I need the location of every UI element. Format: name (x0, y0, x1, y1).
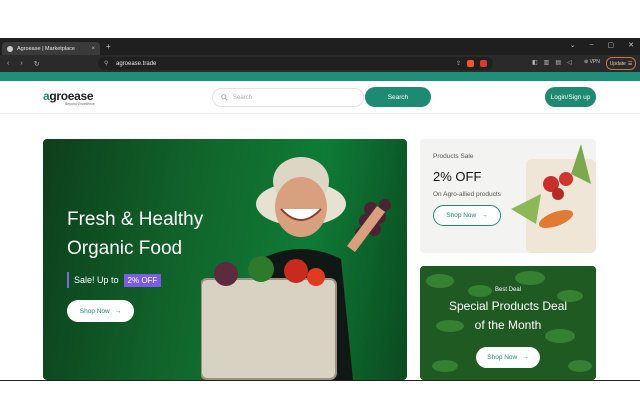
search-input[interactable]: Search (212, 88, 364, 107)
site-header: agroease Beyond Excellence Search Search… (0, 81, 640, 114)
sale-badge: 2% OFF (123, 273, 162, 287)
browser-toolbar: ‹ › ↻ ▯ ⚲ agroease.trade ⇪ ◧ ▥ ▤ ◁ ⊕ VPN… (0, 55, 640, 72)
url-text: agroease.trade (116, 60, 157, 67)
blank-area (0, 0, 640, 38)
hero-shop-now-button[interactable]: Shop Now → (67, 300, 134, 322)
arrow-right-icon: → (481, 212, 488, 219)
login-signup-button[interactable]: Login/Sign up (545, 87, 596, 107)
sale-text: Sale! Up to (74, 275, 119, 285)
brave-shields-icon[interactable] (467, 60, 474, 67)
shop-now-label: Shop Now (446, 212, 477, 219)
address-bar[interactable]: ⚲ agroease.trade ⇪ (98, 57, 493, 70)
card-sale-headline: 2% OFF (433, 169, 482, 184)
logo-tagline: Beyond Excellence (65, 102, 95, 106)
hero-sale-info: Sale! Up to 2% OFF (67, 272, 162, 288)
card-sale-shop-now-button[interactable]: Shop Now → (433, 205, 501, 226)
tab-search-icon[interactable]: ⌄ (570, 41, 576, 49)
site-settings-icon[interactable]: ⚲ (104, 60, 108, 67)
card-sale-subtext: On Agro-allied products (433, 191, 501, 198)
arrow-right-icon: → (114, 307, 122, 315)
card-deal-label: Best Deal (494, 287, 521, 293)
logo-text: groease (49, 89, 94, 103)
site-logo[interactable]: agroease (43, 89, 94, 103)
close-window-button[interactable]: ✕ (628, 41, 634, 49)
extension-icon[interactable]: ◧ (532, 59, 538, 66)
card-deal-title-line1: Special Products Deal (448, 299, 568, 313)
leo-icon[interactable]: ◁ (567, 59, 572, 66)
share-icon[interactable]: ⇪ (456, 60, 461, 67)
card-deal-shop-now-button[interactable]: Shop Now → (476, 347, 540, 368)
hero-title-line2: Organic Food (67, 238, 183, 259)
sidebar-icon[interactable]: ▥ (544, 59, 550, 66)
wallet-icon[interactable]: ▤ (555, 59, 561, 66)
search-placeholder: Search (233, 94, 253, 101)
search-icon (221, 94, 228, 101)
browser-tab-bar: Agroease | Marketplace × + ⌄ – ▢ ✕ (0, 38, 640, 55)
shop-now-label: Shop Now (79, 307, 110, 315)
address-bar-actions: ⇪ (456, 60, 487, 67)
minimize-button[interactable]: – (590, 41, 594, 49)
favicon-icon (7, 45, 13, 52)
tab-title: Agroease | Marketplace (17, 45, 75, 52)
extension-icons: ◧ ▥ ▤ ◁ (532, 59, 572, 66)
screen-bottom-border (0, 380, 640, 381)
vegetables-bag-image (511, 144, 596, 253)
brave-rewards-icon[interactable] (480, 60, 487, 67)
forward-icon[interactable]: › (20, 60, 22, 68)
card-deal-title-line2: of the Month (474, 318, 542, 332)
reload-icon[interactable]: ↻ (34, 60, 40, 68)
tab-close-icon[interactable]: × (91, 46, 95, 52)
update-label: Update (609, 60, 626, 67)
announcement-strip (0, 72, 640, 81)
shop-now-label: Shop Now (487, 354, 518, 361)
products-sale-card: Products Sale 2% OFF On Agro-allied prod… (420, 139, 596, 253)
search-button[interactable]: Search (365, 87, 431, 107)
update-button[interactable]: Update ☰ (606, 57, 636, 70)
window-controls: ⌄ – ▢ ✕ (570, 41, 634, 49)
nav-buttons: ‹ › ↻ (7, 60, 40, 68)
hero-title-line1: Fresh & Healthy (67, 209, 204, 230)
vpn-label: VPN (589, 59, 600, 65)
card-sale-label: Products Sale (433, 153, 474, 160)
hero-title: Fresh & Healthy Organic Food (67, 205, 203, 263)
maximize-button[interactable]: ▢ (608, 41, 615, 49)
browser-tab[interactable]: Agroease | Marketplace × (2, 42, 100, 55)
hero-banner: Fresh & Healthy Organic Food Sale! Up to … (43, 139, 407, 380)
card-deal-title: Special Products Deal of the Month (420, 297, 596, 335)
new-tab-button[interactable]: + (106, 42, 111, 51)
menu-icon: ☰ (627, 60, 633, 67)
best-deal-card: Best Deal Special Products Deal of the Mo… (420, 266, 596, 380)
arrow-right-icon: → (522, 354, 529, 361)
back-icon[interactable]: ‹ (7, 60, 9, 68)
vpn-button[interactable]: ⊕ VPN (584, 59, 600, 65)
woman-with-vegetables-image (201, 157, 391, 380)
